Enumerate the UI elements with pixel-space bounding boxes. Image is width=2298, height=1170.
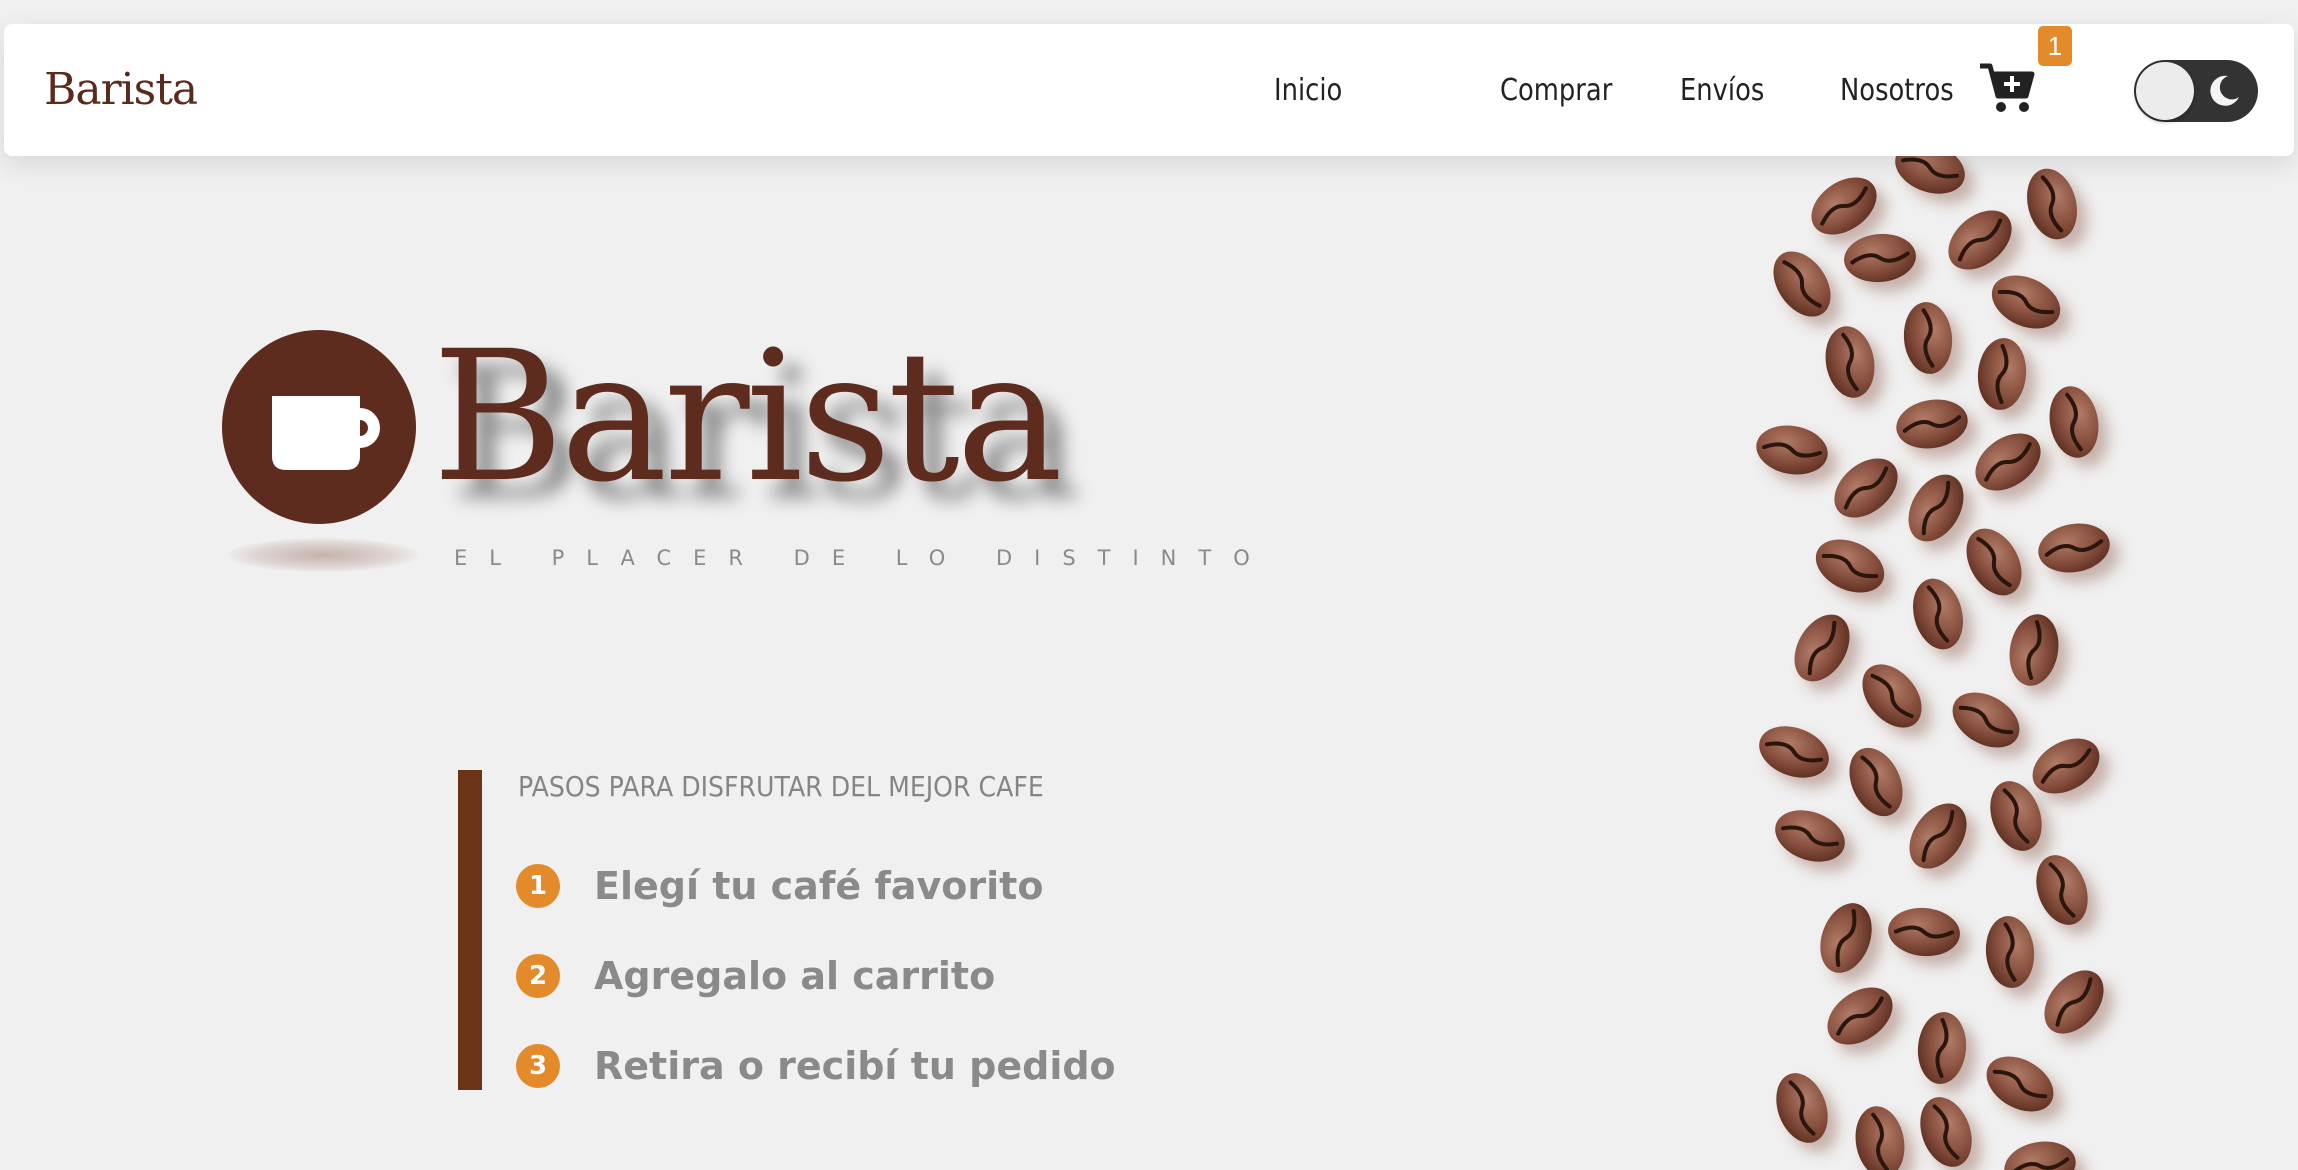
hero-logo: Barista EL PLACER DE LO DISTINTO bbox=[222, 313, 1250, 588]
nav-brand-logo[interactable]: Barista bbox=[44, 68, 198, 112]
step-number-badge: 1 bbox=[516, 864, 560, 908]
step-text: Agregalo al carrito bbox=[594, 954, 996, 998]
hero-brand-title: Barista bbox=[432, 313, 1063, 522]
step-number-badge: 2 bbox=[516, 954, 560, 998]
nav-links: Inicio Comprar Envíos Nosotros bbox=[1274, 24, 2000, 156]
nav-link-nosotros[interactable]: Nosotros bbox=[1840, 73, 1978, 108]
coffee-cup-icon bbox=[222, 330, 416, 524]
step-item: 3 Retira o recibí tu pedido bbox=[516, 1042, 1116, 1090]
step-item: 2 Agregalo al carrito bbox=[516, 952, 995, 1000]
logo-shadow bbox=[228, 538, 418, 572]
navbar: Barista Inicio Comprar Envíos Nosotros 1 bbox=[4, 24, 2294, 156]
step-item: 1 Elegí tu café favorito bbox=[516, 862, 1043, 910]
theme-toggle[interactable] bbox=[2134, 60, 2258, 122]
nav-link-envios[interactable]: Envíos bbox=[1680, 73, 1818, 108]
toggle-knob bbox=[2136, 62, 2194, 120]
step-text: Retira o recibí tu pedido bbox=[594, 1044, 1116, 1088]
nav-link-comprar[interactable]: Comprar bbox=[1500, 73, 1655, 108]
nav-link-inicio[interactable]: Inicio bbox=[1274, 73, 1400, 108]
hero-tagline: EL PLACER DE LO DISTINTO bbox=[454, 546, 1272, 570]
cart-plus-icon bbox=[1980, 63, 2035, 112]
cart-count-badge: 1 bbox=[2038, 26, 2072, 66]
steps-title: PASOS PARA DISFRUTAR DEL MEJOR CAFE bbox=[518, 770, 1044, 803]
steps-accent-bar bbox=[458, 770, 482, 1090]
step-number-badge: 3 bbox=[516, 1044, 560, 1088]
moon-icon bbox=[2210, 75, 2239, 106]
coffee-beans-image bbox=[1749, 156, 2118, 1170]
steps-section: PASOS PARA DISFRUTAR DEL MEJOR CAFE 1 El… bbox=[456, 770, 1156, 1090]
cart-button[interactable] bbox=[1978, 60, 2036, 116]
step-text: Elegí tu café favorito bbox=[594, 864, 1044, 908]
